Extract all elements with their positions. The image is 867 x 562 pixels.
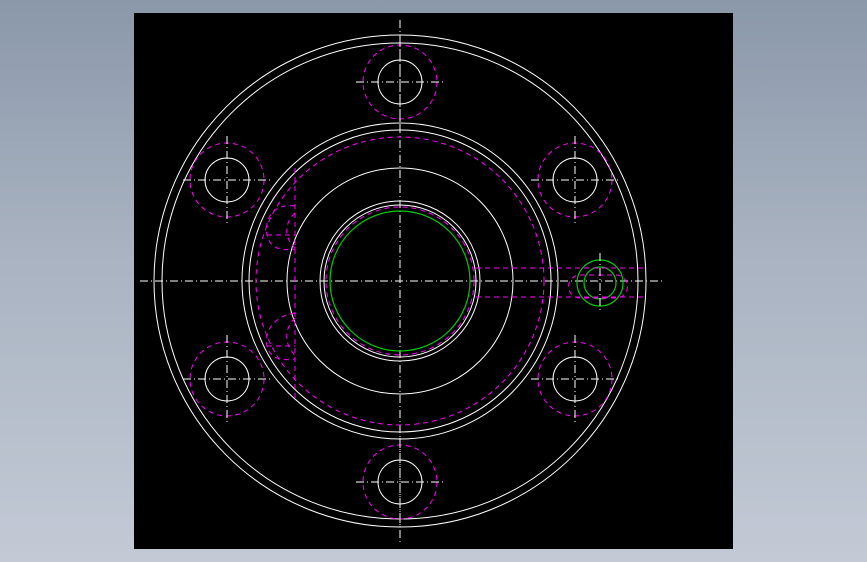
pocket-lower-arc bbox=[265, 312, 296, 361]
bolt-hole-lower-left bbox=[204, 356, 250, 402]
bolt-hole-upper-right bbox=[552, 157, 598, 203]
pocket-lower-inner-arc bbox=[286, 317, 296, 356]
pocket-upper-arc bbox=[265, 205, 296, 251]
flange-drawing bbox=[140, 20, 664, 543]
bolt-hole-lower-right bbox=[552, 356, 598, 402]
cad-viewport[interactable] bbox=[134, 13, 733, 549]
bolt-hole-upper-left bbox=[204, 157, 250, 203]
